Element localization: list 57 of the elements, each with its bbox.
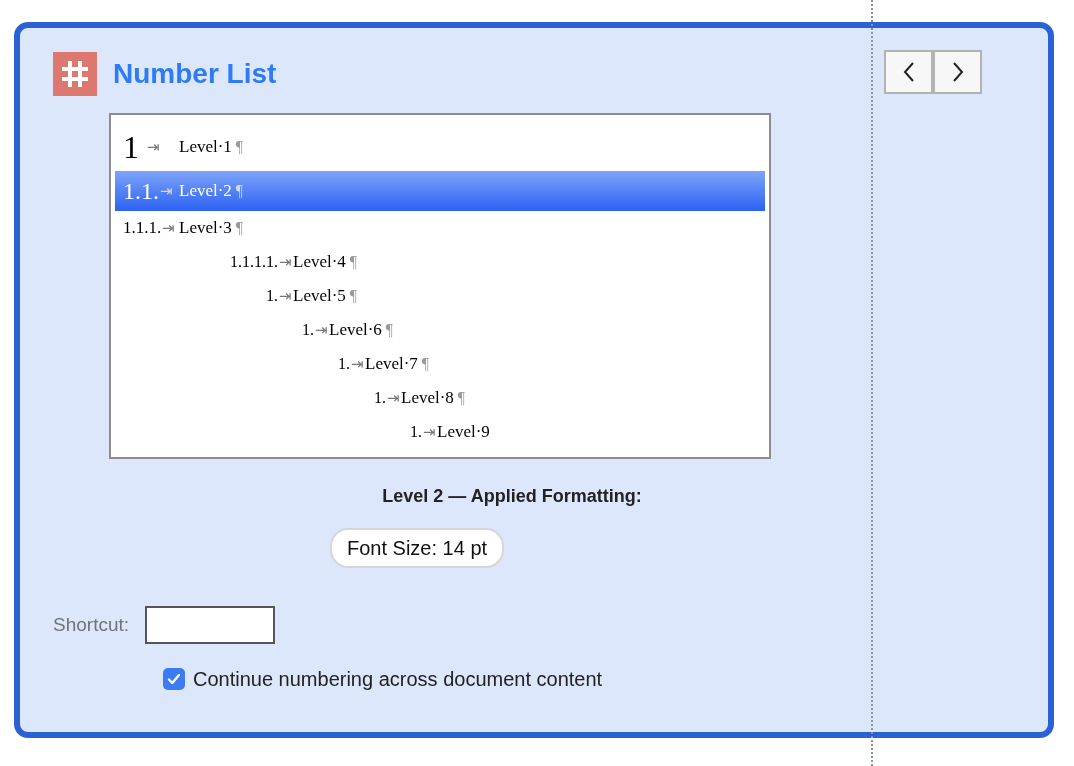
tab-mark: ⇥	[147, 137, 160, 157]
formatting-tag: Font Size: 14 pt	[330, 528, 505, 568]
list-number: 1.1.	[123, 177, 159, 206]
preview-row[interactable]: 1.⇥Level·7 ¶	[115, 347, 765, 381]
formatting-heading: Level 2 — Applied Formatting:	[381, 485, 643, 508]
paragraph-mark: ¶	[349, 286, 358, 306]
level-text: Level·6	[329, 319, 382, 342]
paragraph-mark: ¶	[385, 320, 394, 340]
tab-mark: ⇥	[351, 354, 364, 374]
preview-row[interactable]: 1.1.1.1.⇥Level·4 ¶	[115, 245, 765, 279]
preview-row[interactable]: 1.⇥Level·9	[115, 415, 765, 449]
tab-mark: ⇥	[423, 422, 436, 442]
preview-row[interactable]: 1.⇥Level·8 ¶	[115, 381, 765, 415]
paragraph-mark: ¶	[349, 252, 358, 272]
paragraph-mark: ¶	[421, 354, 430, 374]
tab-mark: ⇥	[279, 286, 292, 306]
tab-mark: ⇥	[279, 252, 292, 272]
checkbox[interactable]	[163, 668, 185, 690]
list-number: 1.	[374, 388, 386, 408]
level-text: Level·1	[179, 136, 232, 159]
list-number: 1.	[266, 286, 278, 306]
tab-mark: ⇥	[160, 181, 173, 201]
preview-row[interactable]: 1.⇥Level·6 ¶	[115, 313, 765, 347]
checkbox-label: Continue numbering across document content	[193, 667, 603, 692]
shortcut-field[interactable]	[145, 606, 276, 644]
level-text: Level·3	[179, 217, 232, 240]
level-text: Level·2	[179, 180, 232, 203]
previous-button[interactable]	[884, 50, 933, 94]
chevron-right-icon	[950, 61, 965, 83]
paragraph-mark: ¶	[457, 388, 466, 408]
level-text: Level·5	[293, 285, 346, 308]
list-number: 1.	[410, 422, 422, 442]
level-text: Level·8	[401, 387, 454, 410]
preview-row[interactable]: 1.⇥Level·5 ¶	[115, 279, 765, 313]
list-number: 1.	[338, 354, 350, 374]
panel-title: Number List	[113, 57, 277, 91]
paragraph-mark: ¶	[235, 181, 244, 201]
shortcut-label: Shortcut:	[53, 612, 130, 637]
preview-row[interactable]: 1.1.1.⇥ Level·3 ¶	[115, 211, 765, 245]
check-icon	[166, 671, 182, 687]
tab-mark: ⇥	[315, 320, 328, 340]
level-text: Level·9	[437, 421, 490, 444]
tab-mark: ⇥	[387, 388, 400, 408]
chevron-left-icon	[901, 61, 916, 83]
list-number: 1.1.1.1.	[230, 252, 278, 272]
next-button[interactable]	[933, 50, 982, 94]
paragraph-mark: ¶	[235, 218, 244, 238]
level-text: Level·4	[293, 251, 346, 274]
level-text: Level·7	[365, 353, 418, 376]
list-number: 1	[123, 128, 139, 167]
list-number: 1.	[302, 320, 314, 340]
preview-row[interactable]: 1.1.⇥ Level·2 ¶	[115, 171, 765, 211]
tab-mark: ⇥	[162, 218, 176, 238]
paragraph-mark: ¶	[235, 137, 244, 157]
preview-row[interactable]: 1 ⇥ Level·1 ¶	[115, 123, 765, 171]
list-number: 1.1.1.	[123, 217, 162, 240]
hash-icon	[53, 52, 97, 96]
